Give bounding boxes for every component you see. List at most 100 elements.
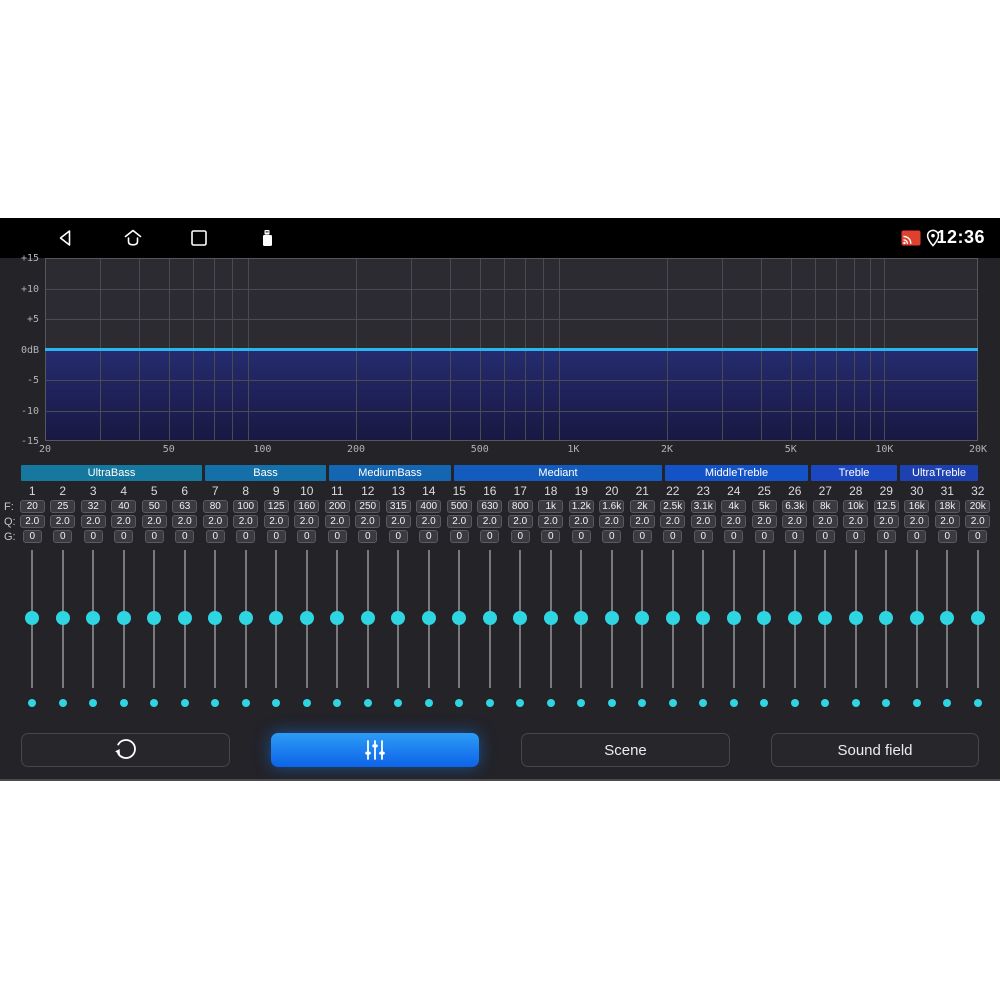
- band-q-value[interactable]: 2.0: [233, 515, 259, 528]
- band-frequency-value[interactable]: 800: [507, 500, 533, 513]
- band-slider-thumb[interactable]: [665, 611, 680, 625]
- band-q-value[interactable]: 2.0: [111, 515, 137, 528]
- band-frequency-value[interactable]: 630: [477, 500, 503, 513]
- band-gain-value[interactable]: 0: [144, 530, 164, 543]
- equalizer-button[interactable]: [271, 733, 479, 767]
- band-q-value[interactable]: 2.0: [50, 515, 76, 528]
- band-gain-value[interactable]: 0: [419, 530, 439, 543]
- band-gain-value[interactable]: 0: [541, 530, 561, 543]
- band-group-mediumbass[interactable]: MediumBass: [329, 465, 451, 481]
- band-frequency-value[interactable]: 400: [416, 500, 442, 513]
- band-slider-thumb[interactable]: [208, 611, 223, 625]
- band-slider-thumb[interactable]: [604, 611, 619, 625]
- band-group-middletreble[interactable]: MiddleTreble: [665, 465, 808, 481]
- band-slider-thumb[interactable]: [452, 611, 467, 625]
- band-slider-thumb[interactable]: [513, 611, 528, 625]
- band-gain-value[interactable]: 0: [937, 530, 957, 543]
- band-gain-value[interactable]: 0: [388, 530, 408, 543]
- band-frequency-value[interactable]: 25: [50, 500, 76, 513]
- band-gain-value[interactable]: 0: [754, 530, 774, 543]
- band-q-value[interactable]: 2.0: [751, 515, 777, 528]
- band-q-value[interactable]: 2.0: [965, 515, 991, 528]
- band-gain-value[interactable]: 0: [907, 530, 927, 543]
- band-gain-value[interactable]: 0: [175, 530, 195, 543]
- band-q-value[interactable]: 2.0: [721, 515, 747, 528]
- band-gain-value[interactable]: 0: [632, 530, 652, 543]
- band-gain-value[interactable]: 0: [571, 530, 591, 543]
- band-slider-thumb[interactable]: [86, 611, 101, 625]
- band-q-value[interactable]: 2.0: [263, 515, 289, 528]
- band-gain-value[interactable]: 0: [693, 530, 713, 543]
- band-slider-thumb[interactable]: [543, 611, 558, 625]
- band-group-bass[interactable]: Bass: [205, 465, 326, 481]
- band-frequency-value[interactable]: 200: [324, 500, 350, 513]
- band-gain-value[interactable]: 0: [53, 530, 73, 543]
- recents-icon[interactable]: [188, 227, 210, 249]
- band-q-value[interactable]: 2.0: [812, 515, 838, 528]
- usb-icon[interactable]: [256, 227, 278, 249]
- band-q-value[interactable]: 2.0: [446, 515, 472, 528]
- band-q-value[interactable]: 2.0: [629, 515, 655, 528]
- band-gain-value[interactable]: 0: [846, 530, 866, 543]
- band-frequency-value[interactable]: 100: [233, 500, 259, 513]
- band-frequency-value[interactable]: 4k: [721, 500, 747, 513]
- band-q-value[interactable]: 2.0: [507, 515, 533, 528]
- band-gain-value[interactable]: 0: [22, 530, 42, 543]
- band-group-ultratreble[interactable]: UltraTreble: [900, 465, 978, 481]
- band-group-ultrabass[interactable]: UltraBass: [21, 465, 202, 481]
- band-q-value[interactable]: 2.0: [873, 515, 899, 528]
- band-slider-thumb[interactable]: [238, 611, 253, 625]
- band-slider-thumb[interactable]: [818, 611, 833, 625]
- band-q-value[interactable]: 2.0: [385, 515, 411, 528]
- band-frequency-value[interactable]: 63: [172, 500, 198, 513]
- band-frequency-value[interactable]: 40: [111, 500, 137, 513]
- band-gain-value[interactable]: 0: [114, 530, 134, 543]
- band-gain-value[interactable]: 0: [327, 530, 347, 543]
- band-slider-thumb[interactable]: [330, 611, 345, 625]
- band-q-value[interactable]: 2.0: [599, 515, 625, 528]
- band-slider-thumb[interactable]: [787, 611, 802, 625]
- band-q-value[interactable]: 2.0: [355, 515, 381, 528]
- back-icon[interactable]: [55, 227, 77, 249]
- band-slider-thumb[interactable]: [909, 611, 924, 625]
- band-frequency-value[interactable]: 1.2k: [568, 500, 594, 513]
- band-frequency-value[interactable]: 315: [385, 500, 411, 513]
- band-slider-thumb[interactable]: [574, 611, 589, 625]
- band-q-value[interactable]: 2.0: [568, 515, 594, 528]
- band-frequency-value[interactable]: 6.3k: [782, 500, 808, 513]
- band-frequency-value[interactable]: 5k: [751, 500, 777, 513]
- band-frequency-value[interactable]: 16k: [904, 500, 930, 513]
- band-gain-value[interactable]: 0: [266, 530, 286, 543]
- band-group-mediant[interactable]: Mediant: [454, 465, 662, 481]
- band-slider-thumb[interactable]: [299, 611, 314, 625]
- band-frequency-value[interactable]: 1.6k: [599, 500, 625, 513]
- band-slider-thumb[interactable]: [970, 611, 985, 625]
- band-gain-value[interactable]: 0: [663, 530, 683, 543]
- band-gain-value[interactable]: 0: [876, 530, 896, 543]
- band-q-value[interactable]: 2.0: [416, 515, 442, 528]
- band-gain-value[interactable]: 0: [83, 530, 103, 543]
- band-gain-value[interactable]: 0: [815, 530, 835, 543]
- band-q-value[interactable]: 2.0: [141, 515, 167, 528]
- band-q-value[interactable]: 2.0: [172, 515, 198, 528]
- band-slider-thumb[interactable]: [177, 611, 192, 625]
- band-q-value[interactable]: 2.0: [202, 515, 228, 528]
- band-slider-thumb[interactable]: [696, 611, 711, 625]
- band-gain-value[interactable]: 0: [480, 530, 500, 543]
- band-frequency-value[interactable]: 125: [263, 500, 289, 513]
- band-q-value[interactable]: 2.0: [934, 515, 960, 528]
- band-slider-thumb[interactable]: [482, 611, 497, 625]
- band-gain-value[interactable]: 0: [297, 530, 317, 543]
- scene-button[interactable]: Scene: [521, 733, 730, 767]
- band-frequency-value[interactable]: 1k: [538, 500, 564, 513]
- band-frequency-value[interactable]: 10k: [843, 500, 869, 513]
- reset-button[interactable]: [21, 733, 230, 767]
- band-gain-value[interactable]: 0: [510, 530, 530, 543]
- band-slider-thumb[interactable]: [147, 611, 162, 625]
- band-q-value[interactable]: 2.0: [19, 515, 45, 528]
- band-gain-value[interactable]: 0: [449, 530, 469, 543]
- band-frequency-value[interactable]: 250: [355, 500, 381, 513]
- band-slider-thumb[interactable]: [116, 611, 131, 625]
- band-q-value[interactable]: 2.0: [843, 515, 869, 528]
- band-slider-thumb[interactable]: [726, 611, 741, 625]
